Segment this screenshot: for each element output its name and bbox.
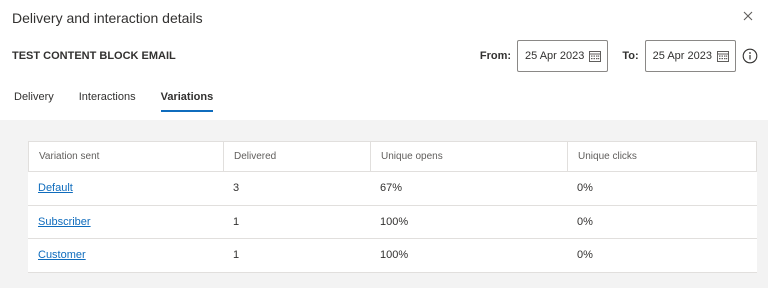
tab-delivery[interactable]: Delivery <box>8 88 60 116</box>
to-date-value: 25 Apr 2023 <box>652 50 712 62</box>
table-row: Customer 1 100% 0% <box>28 239 757 273</box>
table-header: Variation sent Delivered Unique opens Un… <box>28 141 757 172</box>
unique-opens-value: 100% <box>380 215 409 228</box>
column-header-delivered[interactable]: Delivered <box>224 142 371 171</box>
unique-clicks-value: 0% <box>577 215 593 228</box>
from-date-picker[interactable]: 25 Apr 2023 <box>517 40 609 72</box>
table-row: Default 3 67% 0% <box>28 172 757 206</box>
unique-opens-value: 67% <box>380 182 403 195</box>
to-date-picker[interactable]: 25 Apr 2023 <box>644 40 736 72</box>
delivered-value: 1 <box>233 215 240 228</box>
delivered-value: 3 <box>233 182 240 195</box>
calendar-icon[interactable] <box>717 50 729 62</box>
date-range: From: 25 Apr 2023 To: 25 Apr 2023 <box>480 40 758 72</box>
unique-opens-value: 100% <box>380 249 409 262</box>
info-icon[interactable] <box>742 48 758 64</box>
to-label: To: <box>622 50 639 62</box>
table-row: Subscriber 1 100% 0% <box>28 206 757 239</box>
unique-clicks-value: 0% <box>577 249 593 262</box>
tab-variations[interactable]: Variations <box>155 88 220 116</box>
close-button[interactable] <box>740 8 756 24</box>
unique-clicks-value: 0% <box>577 182 593 195</box>
variations-table: Variation sent Delivered Unique opens Un… <box>28 141 757 273</box>
dialog-title: Delivery and interaction details <box>12 10 203 26</box>
from-date-value: 25 Apr 2023 <box>525 50 585 62</box>
variation-link[interactable]: Default <box>38 182 73 194</box>
column-header-unique-opens[interactable]: Unique opens <box>371 142 568 171</box>
variation-link[interactable]: Customer <box>38 249 86 261</box>
close-icon <box>743 11 753 21</box>
tab-interactions[interactable]: Interactions <box>73 88 142 116</box>
variation-link[interactable]: Subscriber <box>38 216 91 228</box>
delivered-value: 1 <box>233 249 240 262</box>
calendar-icon[interactable] <box>589 50 602 62</box>
content-block-name: TEST CONTENT BLOCK EMAIL <box>12 50 176 62</box>
from-label: From: <box>479 50 512 62</box>
column-header-variation[interactable]: Variation sent <box>29 142 224 171</box>
column-header-unique-clicks[interactable]: Unique clicks <box>568 142 756 171</box>
tab-list: Delivery Interactions Variations <box>8 88 232 116</box>
